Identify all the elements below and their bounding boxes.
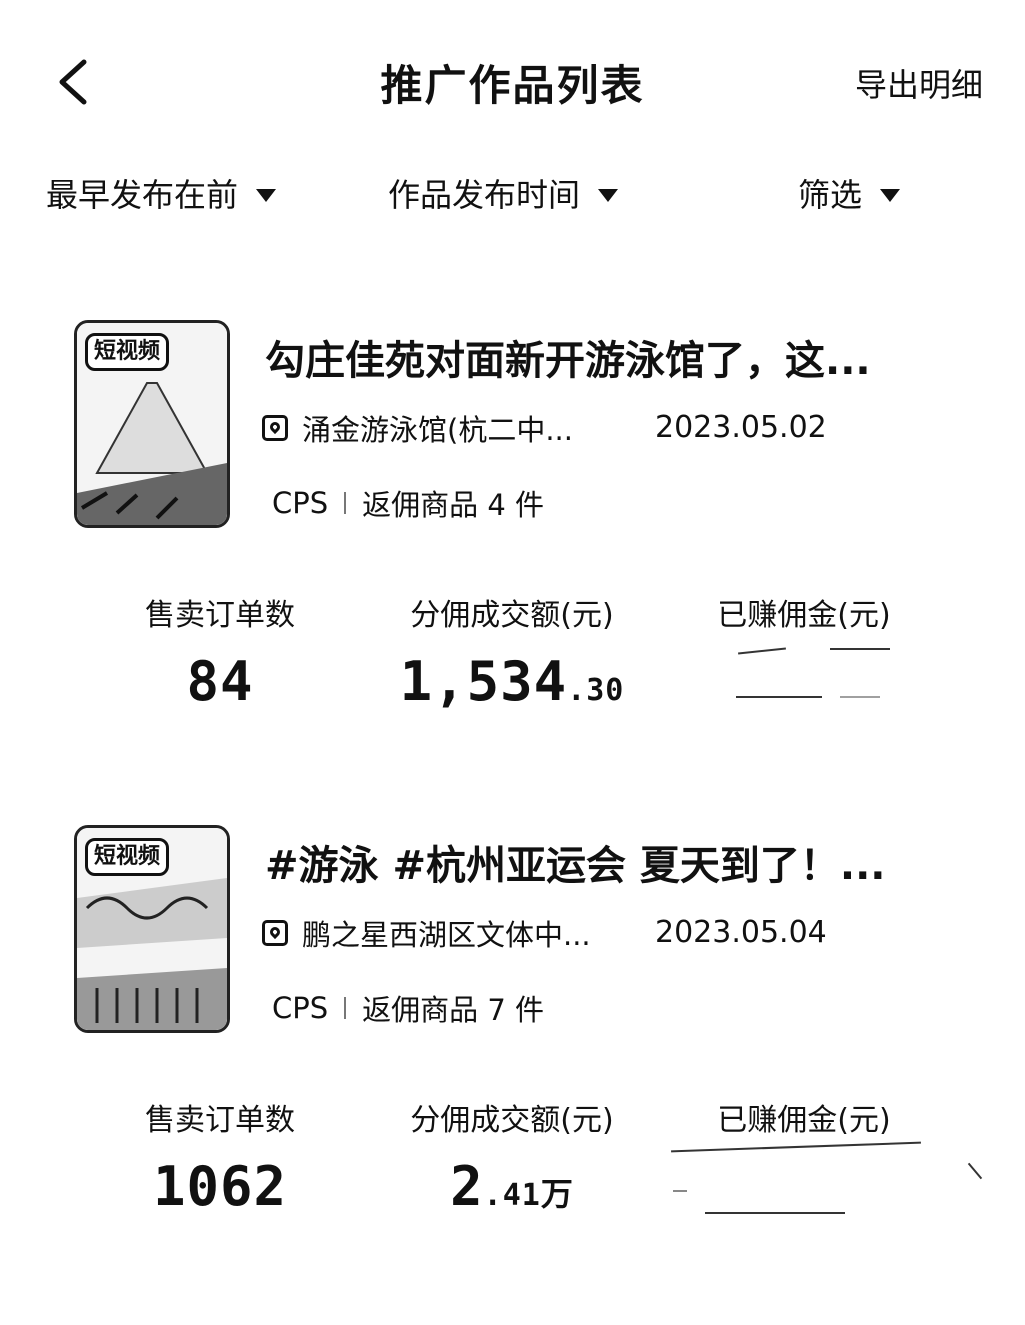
gmv-decimal: .30 bbox=[567, 673, 625, 708]
location-pin-icon bbox=[262, 920, 288, 946]
gmv-label: 分佣成交额(元) bbox=[410, 1103, 614, 1138]
gmv-main: 2 bbox=[450, 1155, 484, 1218]
filter-label: 筛选 bbox=[798, 176, 863, 214]
goods-count: 返佣商品 7 件 bbox=[362, 993, 545, 1027]
sort-dropdown[interactable]: 最早发布在前 bbox=[46, 170, 277, 216]
gmv-unit: 万 bbox=[540, 1175, 574, 1213]
short-video-badge: 短视频 bbox=[85, 333, 170, 371]
earned-value-redacted bbox=[730, 640, 900, 700]
divider bbox=[344, 492, 347, 514]
location-text: 涌金游泳馆(杭二中... bbox=[302, 413, 573, 447]
caret-down-icon bbox=[598, 188, 619, 202]
orders-value: 1062 bbox=[152, 1155, 288, 1218]
publish-date: 2023.05.02 bbox=[655, 410, 827, 445]
earned-value-redacted bbox=[665, 1140, 995, 1220]
work-card[interactable]: 短视频 勾庄佳苑对面新开游泳馆了，这... 涌金游泳馆(杭二中... 2023.… bbox=[0, 320, 1025, 820]
publish-time-label: 作品发布时间 bbox=[388, 176, 581, 214]
publish-time-dropdown[interactable]: 作品发布时间 bbox=[388, 170, 619, 216]
location-row: 涌金游泳馆(杭二中... bbox=[262, 408, 573, 448]
export-details-button[interactable]: 导出明细 bbox=[855, 60, 983, 106]
video-thumbnail[interactable]: 短视频 bbox=[74, 825, 230, 1033]
commission-info: CPS 返佣商品 4 件 bbox=[272, 482, 544, 524]
divider bbox=[344, 997, 347, 1019]
gmv-value: 1,534.30 bbox=[362, 650, 662, 713]
location-row: 鹏之星西湖区文体中... bbox=[262, 913, 591, 953]
sort-label: 最早发布在前 bbox=[46, 176, 239, 214]
orders-value: 84 bbox=[186, 650, 254, 713]
earned-label: 已赚佣金(元) bbox=[717, 1103, 891, 1138]
caret-down-icon bbox=[256, 188, 277, 202]
filter-dropdown[interactable]: 筛选 bbox=[798, 170, 901, 216]
cps-tag: CPS bbox=[272, 486, 329, 520]
gmv-main: 1,534 bbox=[399, 650, 568, 713]
gmv-label: 分佣成交额(元) bbox=[410, 598, 614, 633]
publish-date: 2023.05.04 bbox=[655, 915, 827, 950]
work-title[interactable]: #游泳 #杭州亚运会 夏天到了！... bbox=[265, 833, 945, 891]
orders-label: 售卖订单数 bbox=[145, 598, 295, 633]
short-video-badge: 短视频 bbox=[85, 838, 170, 876]
goods-count: 返佣商品 4 件 bbox=[362, 488, 545, 522]
earned-label: 已赚佣金(元) bbox=[717, 598, 891, 633]
orders-label: 售卖订单数 bbox=[145, 1103, 295, 1138]
location-text: 鹏之星西湖区文体中... bbox=[302, 918, 591, 952]
commission-info: CPS 返佣商品 7 件 bbox=[272, 987, 544, 1029]
work-title[interactable]: 勾庄佳苑对面新开游泳馆了，这... bbox=[265, 328, 945, 386]
location-pin-icon bbox=[262, 415, 288, 441]
work-card[interactable]: 短视频 #游泳 #杭州亚运会 夏天到了！... 鹏之星西湖区文体中... 202… bbox=[0, 825, 1025, 1325]
video-thumbnail[interactable]: 短视频 bbox=[74, 320, 230, 528]
gmv-decimal: .41 bbox=[483, 1178, 541, 1213]
caret-down-icon bbox=[880, 188, 901, 202]
cps-tag: CPS bbox=[272, 991, 329, 1025]
gmv-value: 2.41万 bbox=[362, 1155, 662, 1218]
